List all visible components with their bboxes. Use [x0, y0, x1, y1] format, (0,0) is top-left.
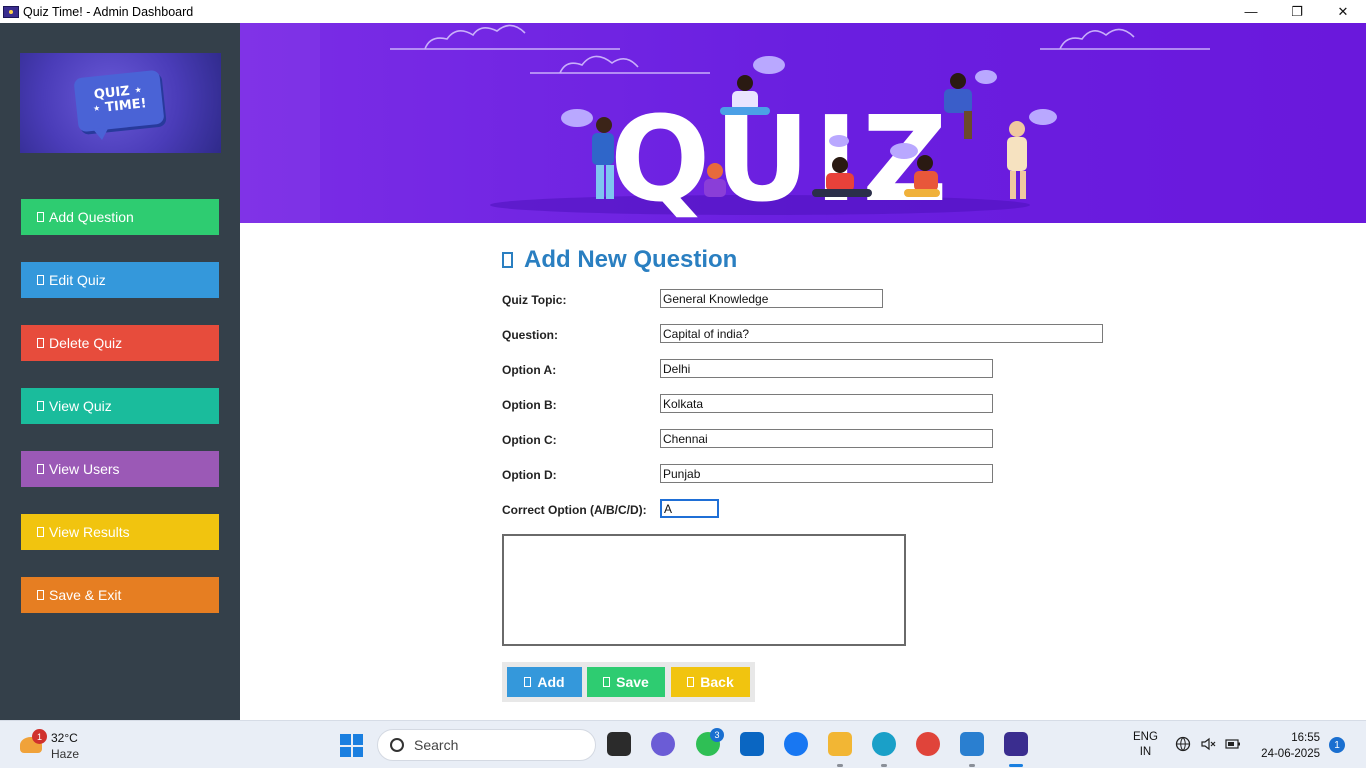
- file-explorer-icon[interactable]: [828, 732, 852, 756]
- title-bar: Quiz Time! - Admin Dashboard — ❐ ✕: [0, 0, 1366, 23]
- weather-description: Haze: [51, 747, 80, 761]
- taskbar-search[interactable]: Search: [377, 729, 596, 761]
- logo-speech-bubble: QUIZ ⋆ ⋆ TIME!: [73, 69, 165, 133]
- sidebar-item-view-users[interactable]: View Users: [21, 451, 219, 487]
- sidebar-item-label: View Quiz: [49, 398, 112, 414]
- weather-temperature: 32°C: [51, 731, 78, 745]
- banner-illustration: QUIZ: [240, 23, 1210, 223]
- back-button-label: Back: [700, 674, 734, 690]
- option-b-input[interactable]: Kolkata: [660, 394, 993, 413]
- quiz-topic-input[interactable]: General Knowledge: [660, 289, 883, 308]
- option-a-label: Option A:: [502, 363, 557, 377]
- sidebar-item-view-quiz[interactable]: View Quiz: [21, 388, 219, 424]
- option-c-label: Option C:: [502, 433, 557, 447]
- edge-icon[interactable]: [872, 732, 896, 756]
- sidebar-item-label: View Results: [49, 524, 130, 540]
- sidebar-item-label: Edit Quiz: [49, 272, 106, 288]
- form-heading: Add New Question: [502, 246, 737, 274]
- back-button[interactable]: Back: [671, 667, 750, 697]
- taskbar: 1 32°C Haze Search 3 ENG IN 16:55 24-06-…: [0, 720, 1366, 768]
- cloud-icon: [390, 24, 1210, 74]
- chrome-icon[interactable]: [916, 732, 940, 756]
- save-button[interactable]: Save: [587, 667, 665, 697]
- windows-start-icon[interactable]: [340, 734, 363, 757]
- search-icon: [390, 738, 404, 752]
- sidebar-item-edit-quiz[interactable]: Edit Quiz: [21, 262, 219, 298]
- system-tray: [1175, 736, 1241, 752]
- sidebar-item-delete-quiz[interactable]: Delete Quiz: [21, 325, 219, 361]
- volume-muted-icon[interactable]: [1200, 736, 1216, 752]
- sidebar-item-label: View Users: [49, 461, 120, 477]
- save-button-label: Save: [616, 674, 649, 690]
- correct-option-input[interactable]: A: [660, 499, 719, 518]
- form-actions: Add Save Back: [502, 662, 755, 702]
- sidebar-item-label: Delete Quiz: [49, 335, 123, 351]
- option-d-label: Option D:: [502, 468, 557, 482]
- facebook-icon[interactable]: [784, 732, 808, 756]
- region-code: IN: [1139, 746, 1152, 758]
- maximize-button[interactable]: ❐: [1274, 0, 1320, 23]
- correct-option-label: Correct Option (A/B/C/D):: [502, 503, 647, 517]
- option-c-input[interactable]: Chennai: [660, 429, 993, 448]
- logo-text: QUIZ ⋆ ⋆ TIME!: [91, 82, 148, 117]
- sidebar-item-save-exit[interactable]: Save & Exit: [21, 577, 219, 613]
- back-icon: [687, 677, 695, 687]
- notification-badge[interactable]: 1: [1329, 737, 1345, 753]
- sidebar-item-view-results[interactable]: View Results: [21, 514, 219, 550]
- quiz-app-icon[interactable]: [1004, 732, 1028, 756]
- save-icon: [603, 677, 611, 687]
- option-a-input[interactable]: Delhi: [660, 359, 993, 378]
- window-controls: — ❐ ✕: [1228, 0, 1366, 23]
- file-explorer-running-indicator: [837, 764, 843, 767]
- sidebar-item-add-question[interactable]: Add Question: [21, 199, 219, 235]
- question-input[interactable]: Capital of india?: [660, 324, 1103, 343]
- edit-icon: [37, 275, 44, 285]
- whatsapp-badge: 3: [710, 728, 724, 742]
- plus-icon: [524, 677, 532, 687]
- quiz-topic-label: Quiz Topic:: [502, 293, 567, 307]
- quiz-banner: QUIZ: [240, 23, 1366, 223]
- vscode-icon[interactable]: [960, 732, 984, 756]
- trash-icon: [37, 338, 44, 348]
- option-b-label: Option B:: [502, 398, 557, 412]
- close-button[interactable]: ✕: [1320, 0, 1366, 23]
- users-icon: [37, 464, 44, 474]
- vscode-running-indicator: [969, 764, 975, 767]
- sidebar-item-label: Add Question: [49, 209, 134, 225]
- search-placeholder: Search: [414, 737, 459, 753]
- window-title: Quiz Time! - Admin Dashboard: [23, 4, 194, 19]
- chart-icon: [37, 527, 44, 537]
- save-icon: [37, 590, 44, 600]
- plus-icon: [37, 212, 44, 222]
- sidebar: QUIZ ⋆ ⋆ TIME! Add Question Edit Quiz De…: [0, 23, 240, 720]
- clock-date: 24-06-2025: [1261, 748, 1320, 760]
- question-preview-textarea[interactable]: [502, 534, 906, 646]
- sidebar-item-label: Save & Exit: [49, 587, 122, 603]
- meet-icon[interactable]: [651, 732, 675, 756]
- minimize-button[interactable]: —: [1228, 0, 1274, 23]
- form-heading-text: Add New Question: [524, 246, 738, 273]
- eye-icon: [37, 401, 44, 411]
- add-button[interactable]: Add: [507, 667, 582, 697]
- question-label: Question:: [502, 328, 558, 342]
- edge-running-indicator: [881, 764, 887, 767]
- quiz-time-logo: QUIZ ⋆ ⋆ TIME!: [20, 53, 221, 153]
- quiz-app-active-indicator: [1009, 764, 1023, 767]
- linkedin-icon[interactable]: [740, 732, 764, 756]
- add-button-label: Add: [537, 674, 565, 690]
- clock[interactable]: 16:55 24-06-2025: [1261, 730, 1320, 762]
- language-code: ENG: [1133, 731, 1158, 743]
- option-d-input[interactable]: Punjab: [660, 464, 993, 483]
- language-indicator[interactable]: ENG IN: [1133, 730, 1158, 760]
- battery-icon[interactable]: [1225, 736, 1241, 752]
- app-icon: [3, 5, 19, 18]
- weather-badge: 1: [32, 729, 47, 744]
- clock-time: 16:55: [1291, 732, 1320, 744]
- network-icon[interactable]: [1175, 736, 1191, 752]
- add-question-icon: [502, 252, 513, 268]
- task-view-icon[interactable]: [607, 732, 631, 756]
